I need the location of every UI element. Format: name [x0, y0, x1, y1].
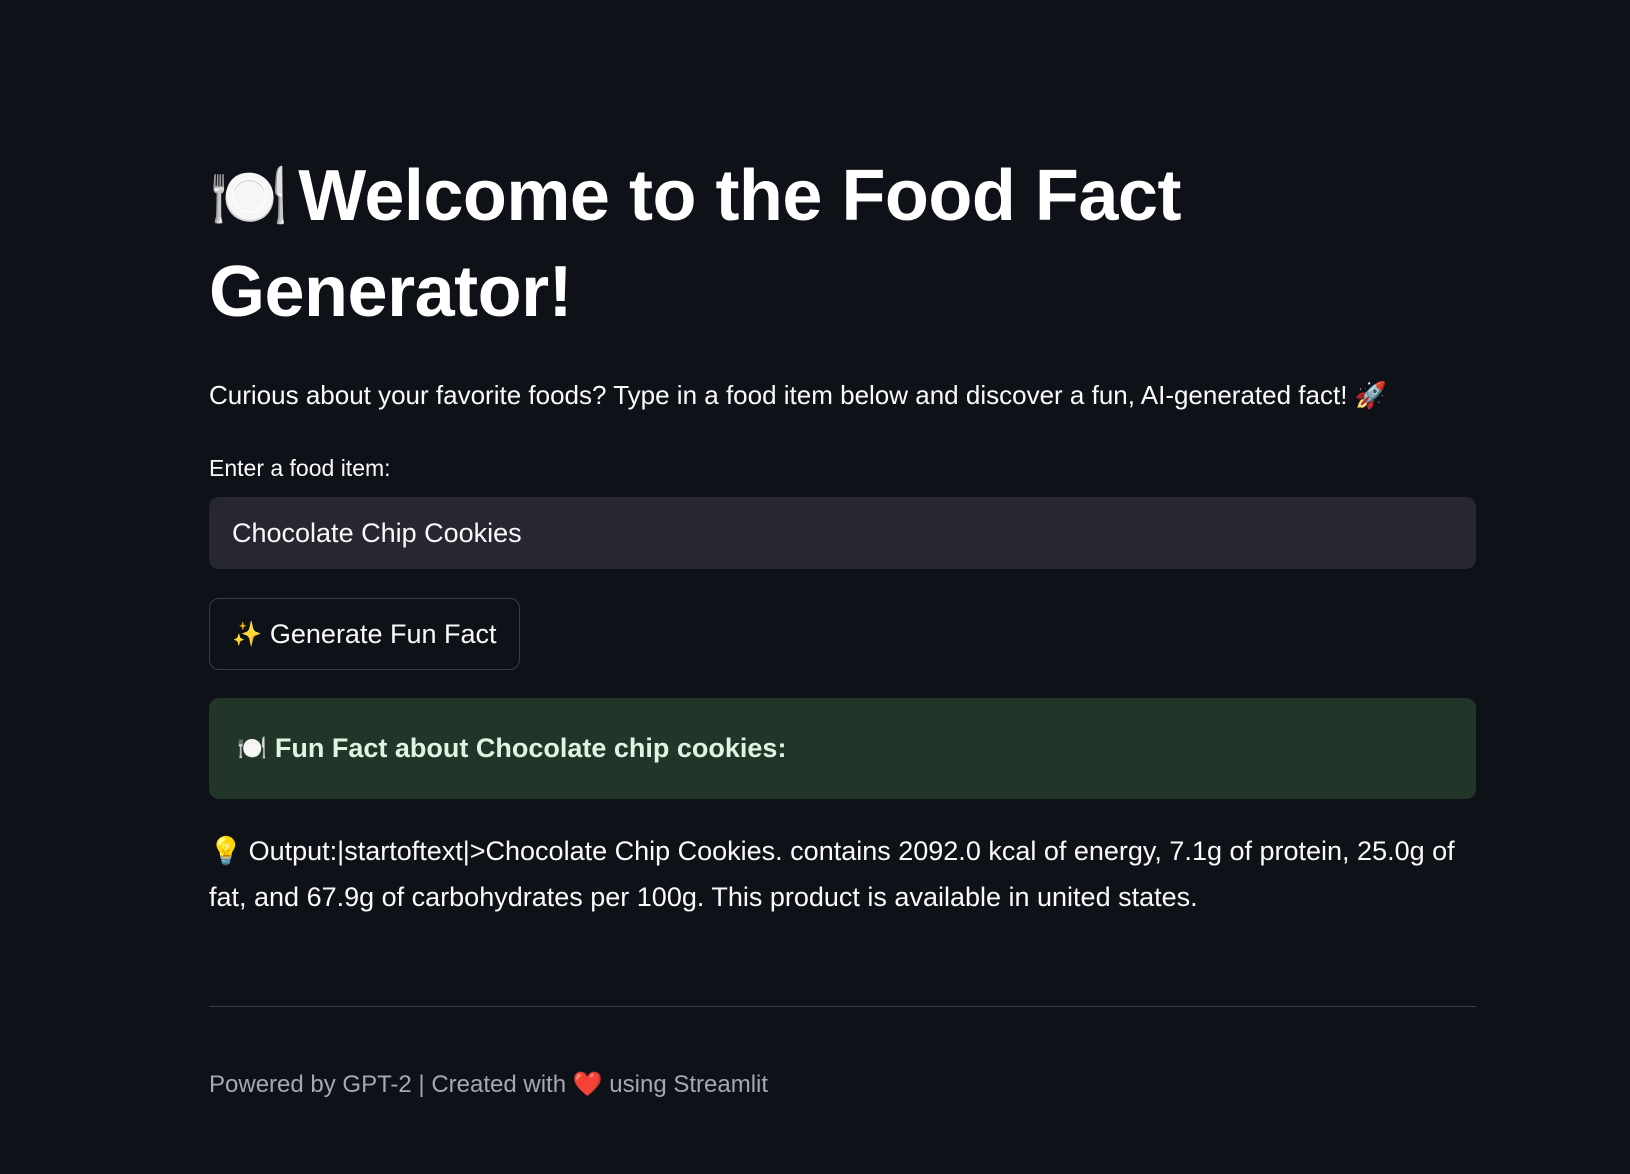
intro-text: Curious about your favorite foods? Type …	[209, 380, 1388, 410]
footer: Powered by GPT-2 | Created with ❤️ using…	[209, 1067, 768, 1103]
heart-icon: ❤️	[572, 1071, 603, 1098]
fun-fact-header-text: Fun Fact about Chocolate chip cookies:	[274, 733, 787, 763]
generate-button-label: Generate Fun Fact	[269, 618, 497, 649]
page-title: 🍽️ Welcome to the Food Fact Generator!	[209, 148, 1476, 340]
sparkles-icon: ✨	[232, 620, 262, 648]
food-input[interactable]	[209, 497, 1476, 569]
food-input-label: Enter a food item:	[209, 455, 391, 481]
generate-fun-fact-button[interactable]: ✨ Generate Fun Fact	[209, 598, 520, 670]
fun-fact-output: 💡 Output:|startoftext|>Chocolate Chip Coo…	[209, 828, 1476, 920]
divider	[209, 1006, 1476, 1007]
fun-fact-output-text: Output:|startoftext|>Chocolate Chip Cook…	[209, 836, 1455, 912]
page-title-text: Welcome to the Food Fact Generator!	[209, 156, 1181, 332]
footer-suffix: using Streamlit	[609, 1071, 769, 1098]
plate-icon: 🍽️	[237, 735, 267, 762]
footer-prefix: Powered by GPT-2 | Created with	[209, 1071, 567, 1098]
lightbulb-icon: 💡	[209, 836, 243, 866]
plate-icon: 🍽️	[209, 160, 289, 232]
fun-fact-header-box: 🍽️ Fun Fact about Chocolate chip cookies…	[209, 698, 1476, 799]
